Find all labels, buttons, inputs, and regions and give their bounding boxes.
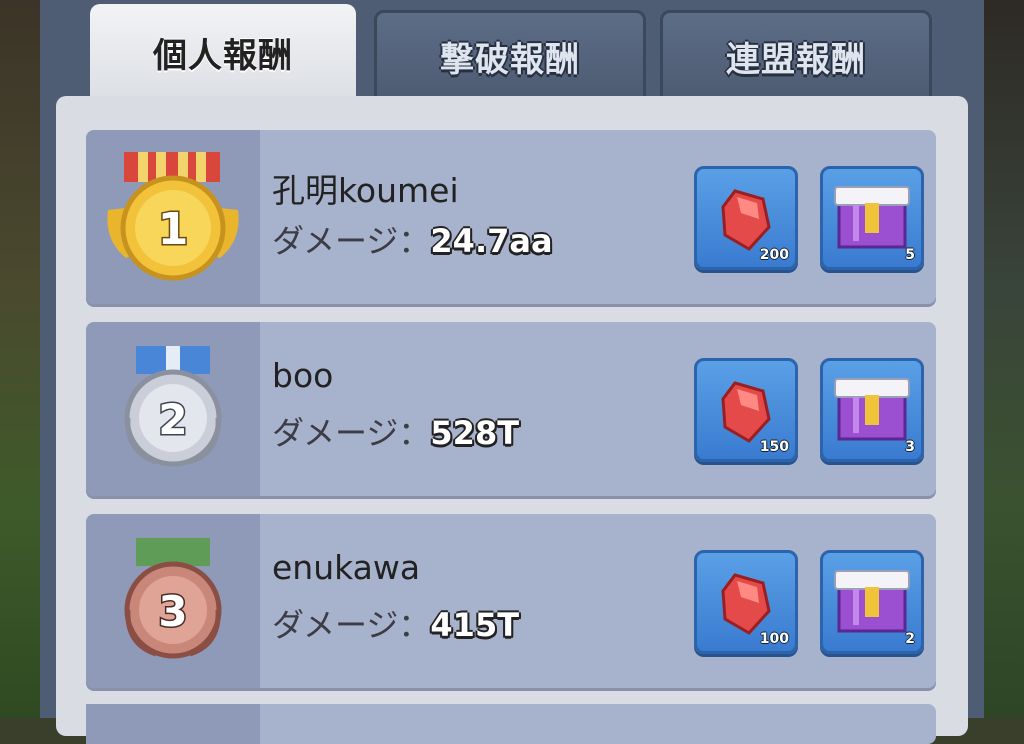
- ranking-row-partial: [86, 704, 936, 744]
- player-name: enukawa: [272, 548, 421, 587]
- ranking-row: 1 孔明koumei ダメージ：24.7aa 200 5: [86, 130, 936, 304]
- box-count: 5: [905, 247, 915, 263]
- box-reward[interactable]: 3: [820, 358, 924, 462]
- medal-cell: 2: [86, 322, 260, 496]
- medal-cell: [86, 704, 260, 744]
- player-name: 孔明koumei: [272, 171, 459, 210]
- gem-reward[interactable]: 150: [694, 358, 798, 462]
- damage-value: 528T: [430, 414, 520, 452]
- damage-value: 24.7aa: [430, 222, 553, 260]
- rank-number: 3: [158, 587, 187, 636]
- damage-line: ダメージ：415T: [272, 600, 519, 646]
- gem-count: 150: [759, 439, 789, 455]
- gem-reward[interactable]: 100: [694, 550, 798, 654]
- damage-line: ダメージ：24.7aa: [272, 216, 553, 262]
- damage-label: ダメージ：: [272, 606, 431, 644]
- damage-value: 415T: [430, 606, 520, 644]
- player-name: boo: [272, 356, 334, 395]
- box-reward[interactable]: 2: [820, 550, 924, 654]
- background-right: [980, 0, 1024, 718]
- damage-label: ダメージ：: [272, 414, 431, 452]
- rank-number: 1: [158, 204, 189, 255]
- tab-defeat-reward[interactable]: 撃破報酬: [374, 10, 646, 102]
- silver-medal-icon: 2: [124, 346, 222, 467]
- medal-cell: 3: [86, 514, 260, 688]
- tab-personal-reward[interactable]: 個人報酬: [90, 4, 356, 100]
- tab-alliance-reward[interactable]: 連盟報酬: [660, 10, 932, 102]
- damage-line: ダメージ：528T: [272, 408, 519, 454]
- ranking-row: 3 enukawa ダメージ：415T 100 2: [86, 514, 936, 688]
- bronze-medal-icon: 3: [124, 538, 222, 659]
- ranking-row: 2 boo ダメージ：528T 150 3: [86, 322, 936, 496]
- gem-count: 100: [759, 631, 789, 647]
- rank-number: 2: [158, 395, 187, 444]
- damage-label: ダメージ：: [272, 222, 431, 260]
- box-count: 2: [905, 631, 915, 647]
- gold-medal-icon: 1: [107, 152, 239, 281]
- medal-cell: 1: [86, 130, 260, 304]
- gem-count: 200: [759, 247, 789, 263]
- background-left: [0, 0, 44, 718]
- gem-reward[interactable]: 200: [694, 166, 798, 270]
- box-reward[interactable]: 5: [820, 166, 924, 270]
- box-count: 3: [905, 439, 915, 455]
